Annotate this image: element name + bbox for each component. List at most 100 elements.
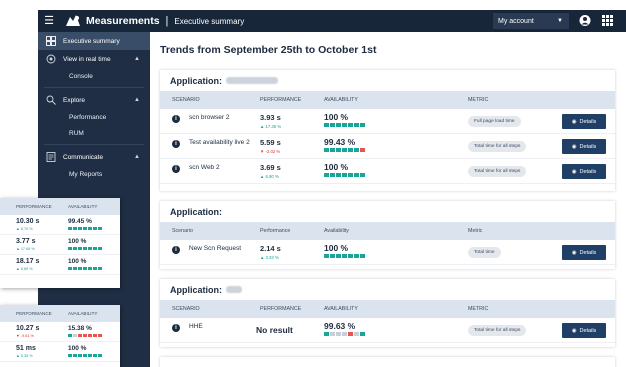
column-header-metric: METRIC [468,306,489,312]
availability-day-square [360,332,365,336]
availability-day-square [348,123,353,127]
performance-value: 3.77 s [16,238,36,245]
availability-squares [68,334,102,337]
details-label: Details [579,327,597,334]
top-bar: ☰ Measurements | Executive summary My ac… [38,10,626,32]
table-header: SCENARIO PERFORMANCE AVAILABILITY METRIC [160,300,615,318]
table-row[interactable]: i scn browser 2 3.93 s ▲ 17.36 % 100 % F… [160,109,615,134]
table-row[interactable]: 10.30 s ▲ 6.70 % 99.45 % [0,215,120,235]
details-button[interactable]: ◉ Details [562,164,606,179]
availability-day-square [342,148,347,152]
availability-day-square [83,247,87,250]
scenario-name: scn Web 2 [189,164,220,171]
eye-icon: ◉ [571,118,577,125]
info-icon[interactable]: i [172,115,180,123]
performance-no-result: No result [256,325,293,335]
sidebar-subitem-my-reports[interactable]: My Reports [38,166,150,182]
table-row[interactable]: 3.77 s ▲ 17.69 % 100 % [0,235,120,255]
table-row[interactable]: 18.17 s ▲ 6.89 % 100 % [0,255,120,275]
sidebar-item-executive-summary[interactable]: Executive summary [38,32,150,50]
sidebar-subitem-performance[interactable]: Performance [38,109,150,125]
availability-day-square [98,354,102,357]
details-button[interactable]: ◉ Details [562,245,606,260]
availability-day-square [336,173,341,177]
table-row[interactable]: i HHE No result 99.63 % Total time for a… [160,318,615,343]
chevron-down-icon: ▼ [557,18,563,24]
performance-delta: ▲ 6.70 % [16,227,33,231]
availability-value: 99.45 % [68,218,92,225]
details-button[interactable]: ◉ Details [562,114,606,129]
sidebar-item-label: RUM [69,129,84,137]
availability-day-square [342,173,347,177]
availability-day-square [93,334,97,337]
application-card: Application: SCENARIO PERFORMANCE AVAILA… [160,70,615,191]
column-header-availability: Availability [324,228,349,234]
eye-icon: ◉ [571,143,577,150]
availability-squares [68,354,102,357]
sidebar-item-label: Performance [69,113,107,121]
info-icon[interactable]: i [172,324,180,332]
column-header-performance: Performance [260,228,291,234]
chevron-up-icon[interactable]: ▲ [134,154,140,160]
info-icon[interactable]: i [172,165,180,173]
apps-grid-icon[interactable] [602,15,613,26]
account-dropdown[interactable]: My account ▼ [493,13,569,29]
performance-delta: ▲ 3.33 % [260,255,279,260]
application-title: Application: [160,279,615,300]
details-button[interactable]: ◉ Details [562,323,606,338]
sidebar-subitem-rum[interactable]: RUM [38,125,150,141]
hamburger-menu-icon[interactable]: ☰ [38,10,60,32]
availability-day-square [324,332,329,336]
availability-day-square [88,334,92,337]
availability-squares [324,148,365,152]
eye-icon: ◉ [571,249,577,256]
availability-day-square [68,354,72,357]
table-row[interactable]: i scn Web 2 3.69 s ▲ 6.90 % 100 % Total … [160,159,615,184]
availability-day-square [330,148,335,152]
application-label: Application: [170,284,222,295]
logo-icon [66,15,80,26]
info-icon[interactable]: i [172,246,180,254]
table-row[interactable]: 51 ms ▲ 5.35 % 100 % [0,342,120,362]
availability-day-square [330,332,335,336]
performance-delta: ▲ 17.36 % [260,124,282,129]
sidebar-subitem-console[interactable]: Console [38,68,150,84]
communicate-icon [46,152,56,162]
info-icon[interactable]: i [172,140,180,148]
application-card-partial [160,357,615,367]
availability-day-square [354,254,359,258]
table-row[interactable]: i New Scn Request 2.14 s ▲ 3.33 % 100 % … [160,240,615,265]
availability-day-square [330,123,335,127]
availability-day-square [78,227,82,230]
availability-day-square [83,227,87,230]
performance-value: 2.14 s [260,244,281,253]
availability-day-square [73,227,77,230]
details-label: Details [579,118,597,125]
availability-day-square [342,123,347,127]
table-header: Scenario Performance Availability Metric [160,222,615,240]
metric-badge: Total time [468,247,501,258]
details-button[interactable]: ◉ Details [562,139,606,154]
chevron-up-icon[interactable]: ▲ [134,97,140,103]
side-panel-2: PERFORMANCE AVAILABILITY 10.27 s ▼ -9.61… [0,305,120,367]
sidebar-item-label: Executive summary [63,37,120,45]
sidebar-item-communicate[interactable]: Communicate ▲ [38,148,150,166]
performance-value: 3.93 s [260,113,281,122]
sidebar-item-explore[interactable]: Explore ▲ [38,91,150,109]
performance-delta: ▲ 5.35 % [16,354,33,358]
availability-day-square [336,332,341,336]
details-label: Details [579,168,597,175]
chevron-up-icon[interactable]: ▲ [134,56,140,62]
availability-day-square [88,354,92,357]
user-icon[interactable] [579,14,591,27]
app-title: Measurements [86,15,160,27]
column-header-availability: AVAILABILITY [324,97,358,103]
sidebar-item-view-in-real-time[interactable]: View in real time ▲ [38,50,150,68]
column-header-scenario: SCENARIO [172,97,200,103]
application-label: Application: [170,75,222,86]
table-row[interactable]: i Test availability live 2 5.59 s ▼ -2.0… [160,134,615,159]
availability-day-square [324,148,329,152]
table-row[interactable]: 10.27 s ▼ -9.61 % 15.38 % [0,322,120,342]
availability-day-square [68,227,72,230]
availability-value: 100 % [68,345,87,352]
